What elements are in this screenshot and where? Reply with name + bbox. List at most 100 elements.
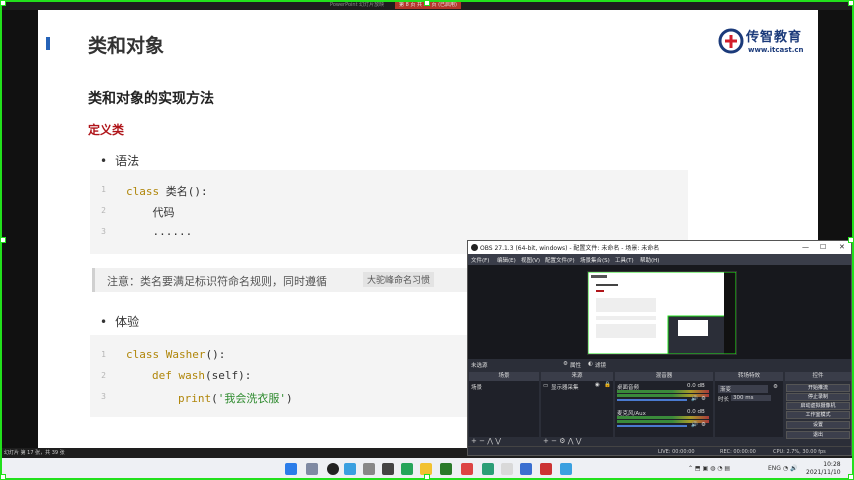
maximize-icon[interactable]: ☐ — [820, 243, 826, 251]
obs-menu-bar: 文件(F) 编辑(E) 视图(V) 配置文件(P) 场景集合(S) 工具(T) … — [468, 254, 851, 265]
scene-controls: + − ⋀ ⋁ — [471, 437, 531, 445]
code-keyword: class — [126, 185, 166, 198]
obs-title-bar[interactable]: OBS 27.1.3 (64-bit, windows) - 配置文件: 未命名… — [468, 241, 851, 254]
app-icon[interactable] — [501, 463, 513, 475]
gear-icon[interactable]: ⚙ — [563, 361, 568, 367]
subsection-heading: 定义类 — [88, 123, 125, 137]
typora-icon[interactable] — [382, 463, 394, 475]
resize-handle[interactable] — [848, 237, 854, 243]
app-icon[interactable] — [482, 463, 494, 475]
code-paren: ) — [286, 392, 293, 405]
source-controls: + − ⚙ ⋀ ⋁ — [543, 437, 613, 445]
brand-name: 传智教育 — [746, 30, 803, 45]
app-icon[interactable] — [520, 463, 532, 475]
code-line: 代码 — [126, 206, 175, 219]
down-icon[interactable]: ⋁ — [495, 437, 501, 445]
dock-scenes: 场景 — [469, 381, 539, 437]
dock-sources: ▭ 显示器采集 ◉ 🔒 — [541, 381, 613, 437]
search-icon[interactable] — [306, 463, 318, 475]
gear-icon[interactable]: ⚙ — [559, 437, 565, 445]
menu-help[interactable]: 帮助(H) — [640, 256, 659, 264]
menu-view[interactable]: 视图(V) — [521, 256, 540, 264]
dock-transitions: 渐变 ⚙ 时长 300 ms — [715, 381, 783, 437]
add-icon[interactable]: + — [471, 437, 477, 445]
resize-handle[interactable] — [424, 0, 430, 6]
system-clock[interactable]: 10:28 2021/11/10 — [806, 461, 841, 477]
properties-button[interactable]: 属性 — [570, 361, 581, 369]
obs-window[interactable]: OBS 27.1.3 (64-bit, windows) - 配置文件: 未命名… — [467, 240, 852, 456]
resize-handle[interactable] — [0, 0, 6, 6]
code-string: '我会洗衣服' — [217, 392, 286, 405]
exit-button[interactable]: 退出 — [786, 431, 850, 439]
speaker-icon[interactable]: 🔊 — [691, 396, 698, 402]
lock-icon[interactable]: 🔒 — [604, 382, 611, 388]
close-icon[interactable]: ✕ — [839, 243, 845, 251]
tray-icons[interactable]: ⌃ ⬒ ▣ ◍ ◔ ▤ — [688, 465, 730, 472]
obs-status-bar: LIVE: 00:00:00 REC: 00:00:00 CPU: 2.7%, … — [468, 446, 851, 455]
windows-start-icon[interactable] — [285, 463, 297, 475]
menu-profile[interactable]: 配置文件(P) — [545, 256, 575, 264]
up-icon[interactable]: ⋀ — [568, 437, 574, 445]
up-icon[interactable]: ⋀ — [487, 437, 493, 445]
preview-thumbnail — [587, 271, 737, 355]
obs-preview-canvas[interactable] — [587, 271, 737, 355]
line-number: 2 — [101, 371, 106, 380]
code-func-call: print — [178, 392, 212, 405]
settings-button[interactable]: 设置 — [786, 421, 850, 429]
menu-scene-collection[interactable]: 场景集合(S) — [580, 256, 610, 264]
obs-taskbar-icon[interactable] — [327, 463, 339, 475]
resize-handle[interactable] — [0, 474, 6, 480]
dock-header-sources: 来源 — [541, 372, 613, 381]
code-line: ...... — [126, 225, 193, 238]
volume-slider[interactable] — [617, 425, 687, 427]
app-icon[interactable] — [363, 463, 375, 475]
add-icon[interactable]: + — [543, 437, 549, 445]
clock-date: 2021/11/10 — [806, 469, 841, 476]
start-streaming-button[interactable]: 开始推流 — [786, 384, 850, 392]
speaker-icon[interactable]: 🔊 — [691, 422, 698, 428]
edge-icon[interactable] — [344, 463, 356, 475]
clock-time: 10:28 — [823, 461, 841, 468]
remove-icon[interactable]: − — [551, 437, 557, 445]
resize-handle[interactable] — [424, 474, 430, 480]
minimize-icon[interactable]: — — [802, 243, 809, 251]
gear-icon[interactable]: ⚙ — [701, 396, 706, 402]
title-accent-bar — [46, 37, 50, 50]
down-icon[interactable]: ⋁ — [576, 437, 582, 445]
filters-button[interactable]: 滤镜 — [595, 361, 606, 369]
menu-edit[interactable]: 编辑(E) — [497, 256, 516, 264]
stop-recording-button[interactable]: 停止录制 — [786, 393, 850, 401]
eye-icon[interactable]: ◉ — [595, 382, 600, 388]
bullet-experience: 体验 — [100, 313, 139, 330]
pycharm-icon[interactable] — [401, 463, 413, 475]
code-keyword: class — [126, 348, 166, 361]
chrome-icon[interactable] — [440, 463, 452, 475]
app-icon[interactable] — [560, 463, 572, 475]
audio-meter — [617, 390, 709, 393]
source-item[interactable]: 显示器采集 — [551, 383, 579, 391]
transition-select[interactable]: 渐变 — [718, 385, 768, 393]
gear-icon[interactable]: ⚙ — [701, 422, 706, 428]
resize-handle[interactable] — [0, 237, 6, 243]
system-tray-icons[interactable]: ENG ◔ 🔊 — [768, 465, 797, 472]
powerpoint-icon[interactable] — [540, 463, 552, 475]
remove-icon[interactable]: − — [479, 437, 485, 445]
code-text: (): — [205, 348, 226, 361]
code-keyword: def — [152, 369, 179, 382]
scene-item[interactable]: 场景 — [471, 383, 482, 391]
menu-tools[interactable]: 工具(T) — [615, 256, 634, 264]
ppt-window-title: PowerPoint 幻灯片放映 — [330, 2, 385, 8]
studio-mode-button[interactable]: 工作室模式 — [786, 411, 850, 419]
volume-slider[interactable] — [617, 399, 687, 401]
note-tag: 大驼峰命名习惯 — [363, 272, 435, 287]
code-line: class Washer(): — [126, 348, 225, 361]
app-icon[interactable] — [461, 463, 473, 475]
gear-icon[interactable]: ⚙ — [773, 384, 778, 390]
virtual-camera-button[interactable]: 启动虚拟摄像机 — [786, 402, 850, 410]
menu-file[interactable]: 文件(F) — [471, 256, 489, 264]
filter-icon[interactable]: ◐ — [588, 361, 593, 367]
resize-handle[interactable] — [848, 474, 854, 480]
resize-handle[interactable] — [848, 0, 854, 6]
note-box: 注意：类名要满足标识符命名规则，同时遵循 大驼峰命名习惯 — [92, 268, 472, 292]
duration-input[interactable]: 300 ms — [731, 395, 771, 401]
